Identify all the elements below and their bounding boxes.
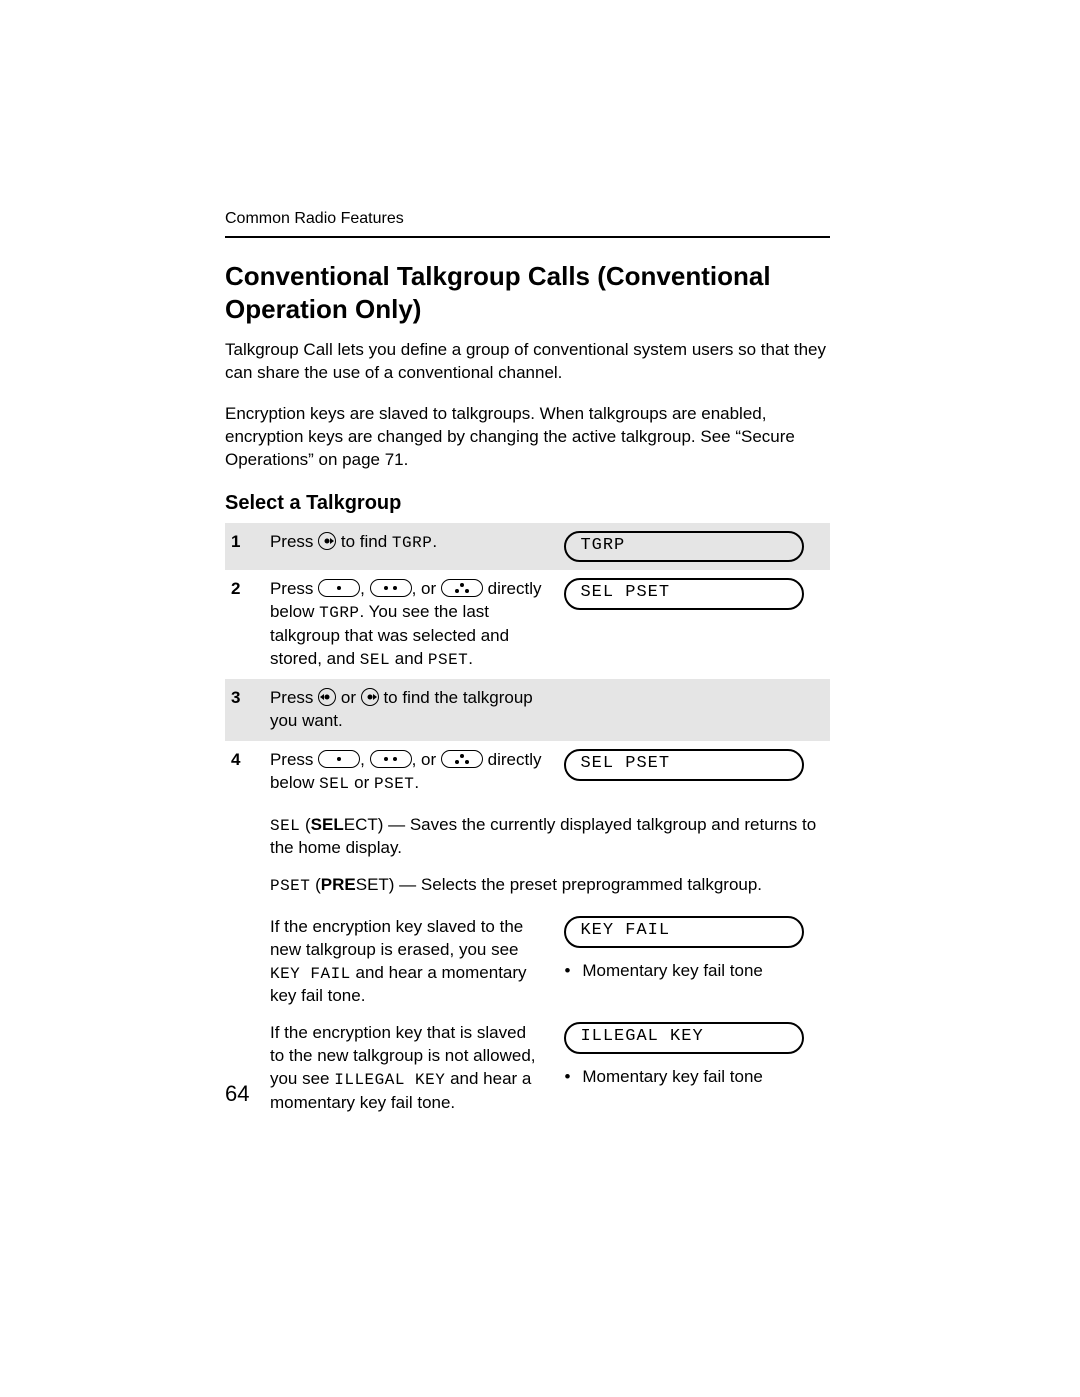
page-number: 64 (225, 1081, 249, 1107)
softkey-two-dot-icon (370, 579, 412, 597)
intro-paragraph-2: Encryption keys are slaved to talkgroups… (225, 403, 830, 472)
illegal-text: If the encryption key that is slaved to … (270, 1016, 564, 1122)
step-number: 4 (225, 741, 270, 804)
sel-description-row: SEL (SELECT) — Saves the currently displ… (225, 804, 830, 869)
display-cell: SEL PSET (564, 741, 830, 804)
sel-description: SEL (SELECT) — Saves the currently displ… (270, 804, 830, 869)
softkey-one-dot-icon (318, 750, 360, 768)
step-text: Press or to find the talkgroup you want. (270, 679, 564, 741)
softkey-three-dot-icon (441, 750, 483, 768)
step-number: 3 (225, 679, 270, 741)
document-page: Common Radio Features Conventional Talkg… (0, 0, 1080, 1397)
step-number: 2 (225, 570, 270, 679)
page-title: Conventional Talkgroup Calls (Convention… (225, 260, 830, 325)
lcd-display: TGRP (564, 531, 804, 563)
illegal-bullet: Momentary key fail tone (564, 1066, 822, 1089)
lcd-display: SEL PSET (564, 749, 804, 781)
pset-description-row: PSET (PRESET) — Selects the preset prepr… (225, 868, 830, 906)
nav-left-icon (318, 688, 336, 706)
intro-paragraph-1: Talkgroup Call lets you define a group o… (225, 339, 830, 385)
step-row-3: 3 Press or to find the talkgroup you wan… (225, 679, 830, 741)
section-header: Common Radio Features (225, 210, 830, 228)
display-cell: TGRP (564, 523, 830, 571)
display-cell: SEL PSET (564, 570, 830, 679)
lcd-display: KEY FAIL (564, 916, 804, 948)
step-row-4: 4 Press , , or directly below SEL or PSE… (225, 741, 830, 804)
step-text: Press , , or directly below SEL or PSET. (270, 741, 564, 804)
steps-table: 1 Press to find TGRP. TGRP 2 Press , , o… (225, 523, 830, 1123)
softkey-one-dot-icon (318, 579, 360, 597)
keyfail-row: If the encryption key slaved to the new … (225, 906, 830, 1016)
step-row-1: 1 Press to find TGRP. TGRP (225, 523, 830, 571)
step-row-2: 2 Press , , or directly below TGRP. You … (225, 570, 830, 679)
keyfail-bullet: Momentary key fail tone (564, 960, 822, 983)
lcd-display: SEL PSET (564, 578, 804, 610)
lcd-display: ILLEGAL KEY (564, 1022, 804, 1054)
step-text: Press to find TGRP. (270, 523, 564, 571)
keyfail-text: If the encryption key slaved to the new … (270, 906, 564, 1016)
nav-right-icon (361, 688, 379, 706)
header-rule (225, 236, 830, 238)
softkey-three-dot-icon (441, 579, 483, 597)
pset-description: PSET (PRESET) — Selects the preset prepr… (270, 868, 830, 906)
subheading: Select a Talkgroup (225, 492, 830, 515)
softkey-two-dot-icon (370, 750, 412, 768)
nav-right-icon (318, 532, 336, 550)
step-text: Press , , or directly below TGRP. You se… (270, 570, 564, 679)
illegal-row: If the encryption key that is slaved to … (225, 1016, 830, 1122)
step-number: 1 (225, 523, 270, 571)
